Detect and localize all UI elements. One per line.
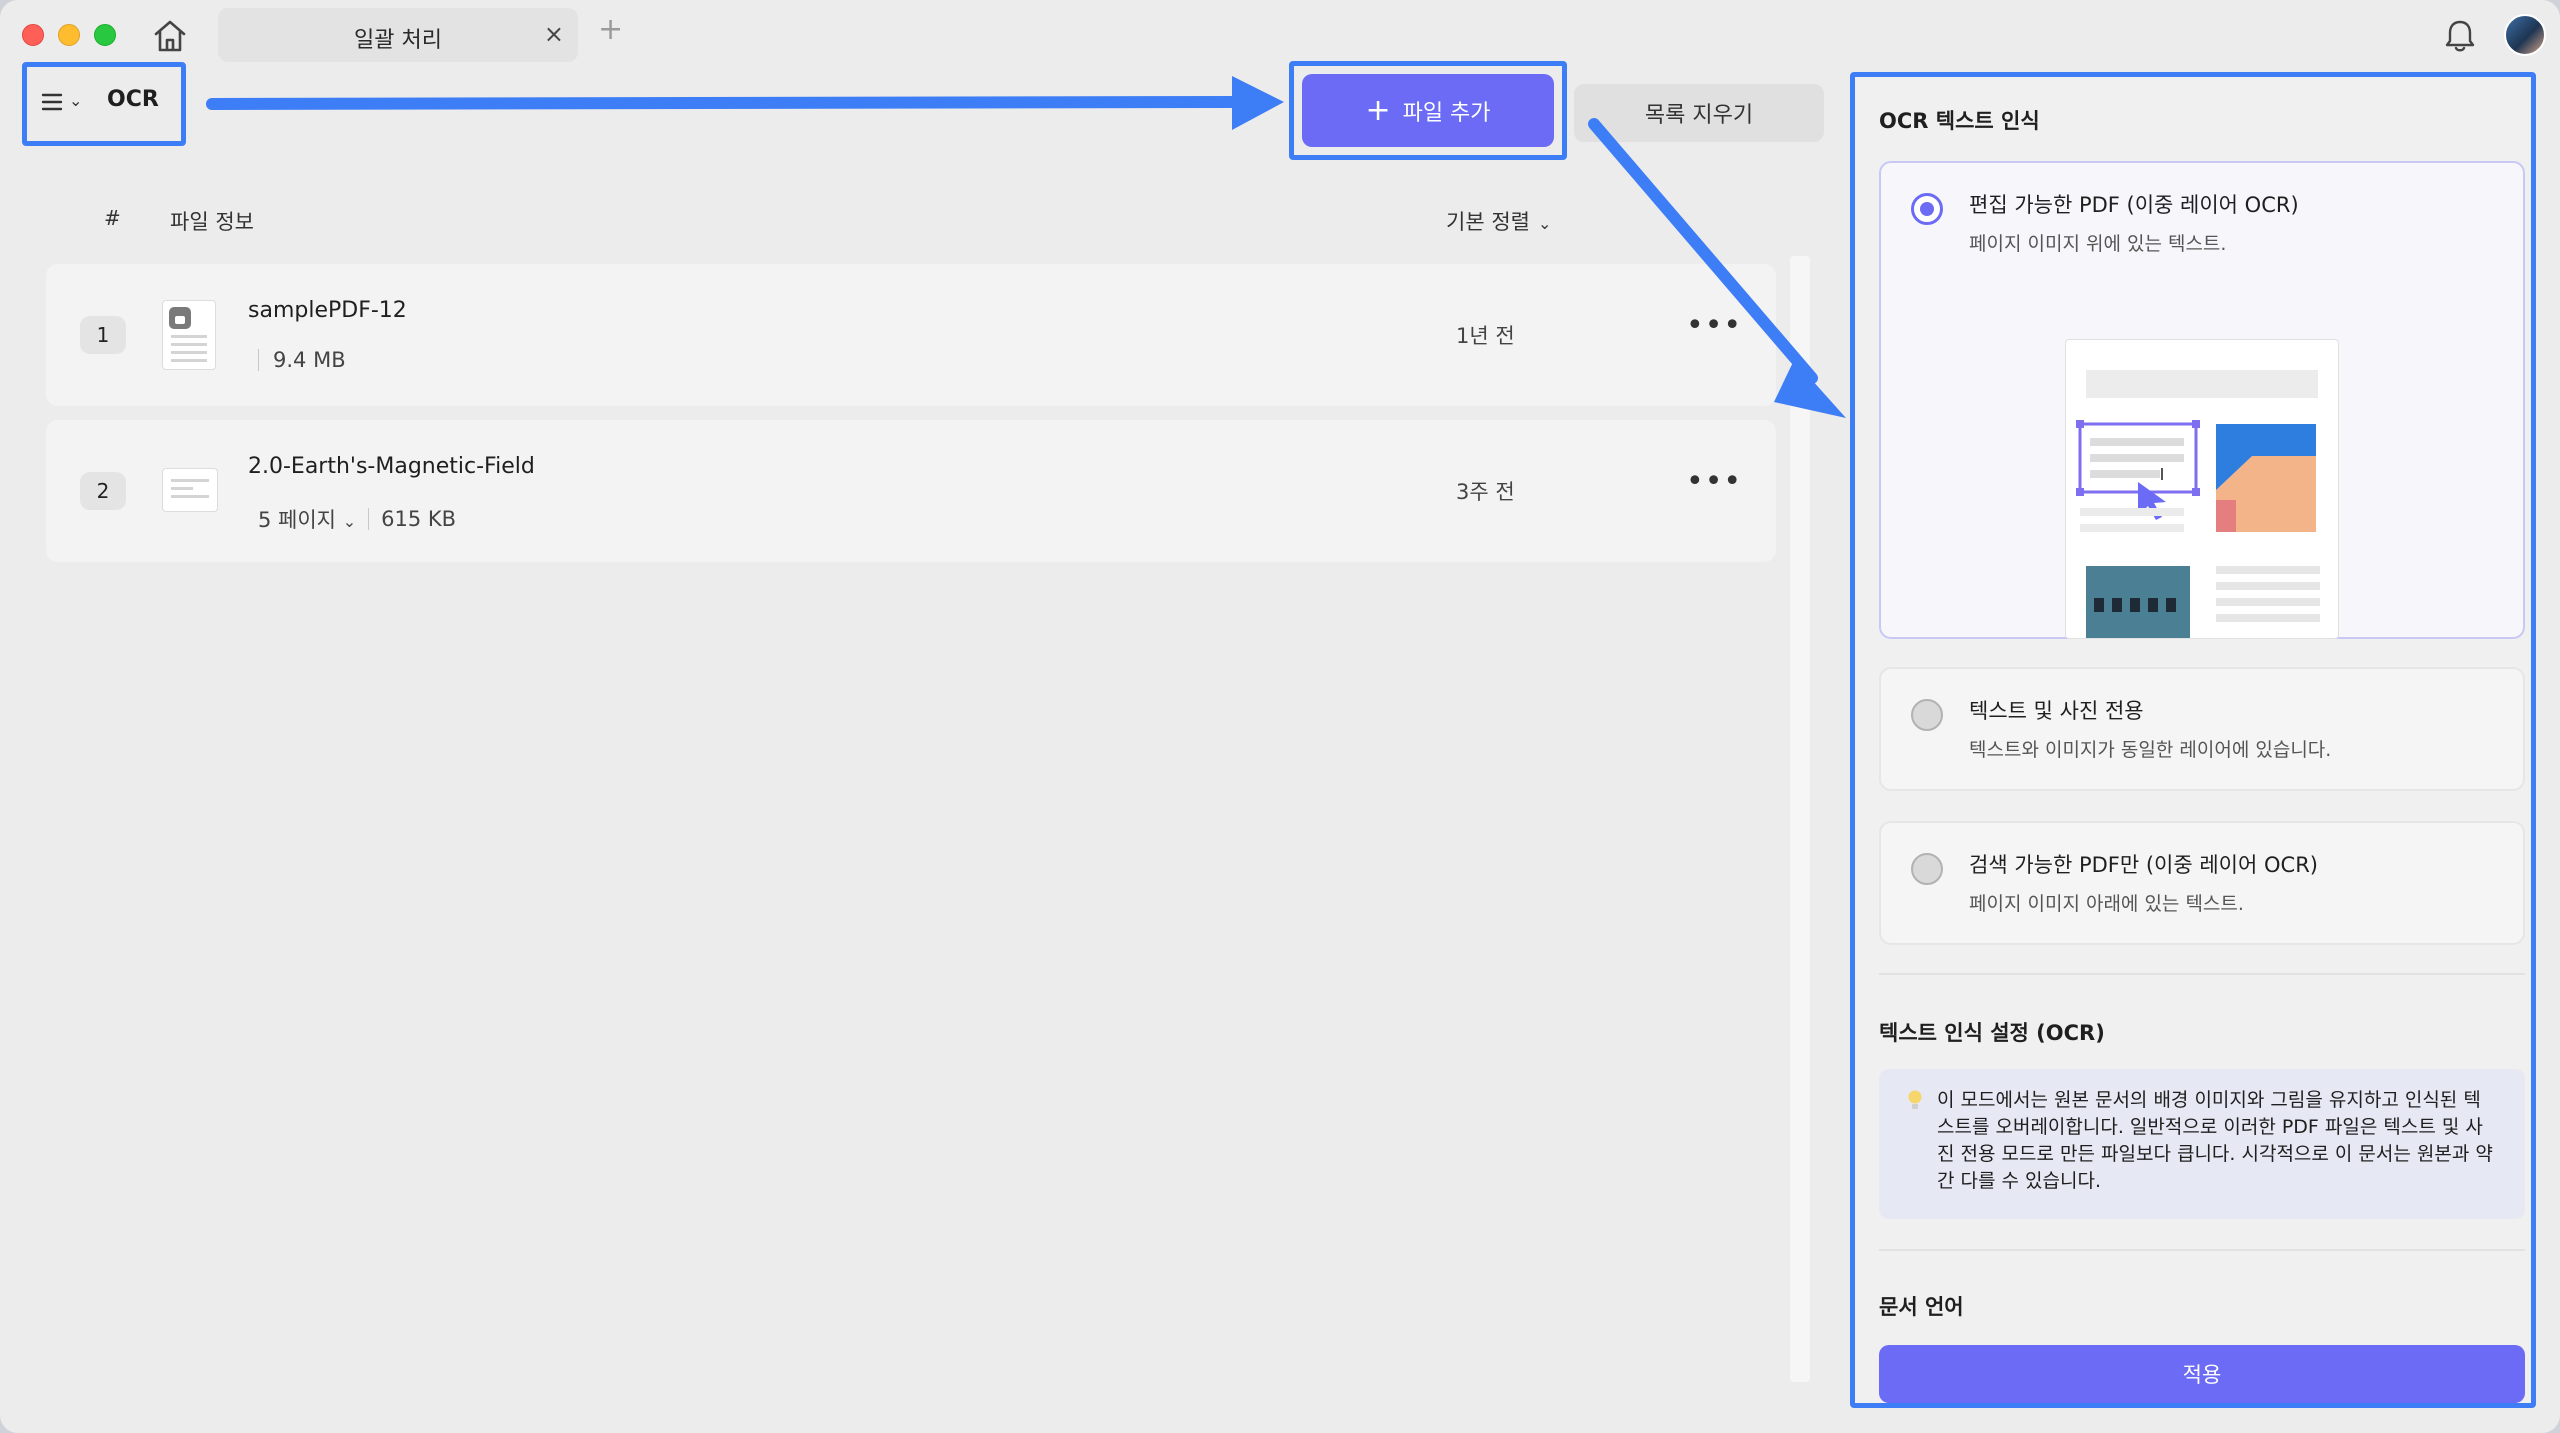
- chevron-down-icon: ⌄: [69, 91, 83, 110]
- chevron-down-icon: ⌄: [1537, 214, 1552, 233]
- annotation-arrow-head: [1774, 360, 1846, 418]
- divider: [258, 349, 259, 371]
- option-searchable-pdf-only[interactable]: 검색 가능한 PDF만 (이중 레이어 OCR) 페이지 이미지 아래에 있는 …: [1879, 821, 2525, 945]
- column-header-file-info: 파일 정보: [170, 210, 254, 234]
- ocr-settings-title: 텍스트 인식 설정 (OCR): [1879, 1021, 2105, 1045]
- file-size: 9.4 MB: [273, 348, 346, 372]
- option-title: 텍스트 및 사진 전용: [1969, 699, 2144, 723]
- radio-button[interactable]: [1911, 193, 1943, 225]
- file-name: samplePDF-12: [248, 298, 407, 323]
- chevron-down-icon: ⌄: [342, 512, 357, 531]
- option-text-and-image-only[interactable]: 텍스트 및 사진 전용 텍스트와 이미지가 동일한 레이어에 있습니다.: [1879, 667, 2525, 791]
- add-file-highlight: + 파일 추가: [1289, 61, 1567, 160]
- editable-pdf-illustration: [2065, 339, 2339, 639]
- pdf-thumbnail: [162, 468, 218, 512]
- page-count-dropdown[interactable]: 5 페이지 ⌄: [258, 504, 356, 534]
- add-file-button[interactable]: + 파일 추가: [1302, 74, 1554, 147]
- bell-icon[interactable]: [2440, 16, 2480, 56]
- ocr-menu-button[interactable]: ⌄ OCR: [22, 62, 186, 146]
- divider: [1879, 1249, 2525, 1251]
- file-row[interactable]: 1 samplePDF-12 9.4 MB 1년 전 •••: [46, 264, 1776, 406]
- list-scrollbar[interactable]: [1790, 256, 1810, 1382]
- clear-list-button[interactable]: 목록 지우기: [1574, 84, 1824, 142]
- new-tab-button[interactable]: +: [598, 12, 623, 47]
- row-number: 2: [80, 472, 126, 510]
- radio-button[interactable]: [1911, 853, 1943, 885]
- option-description: 페이지 이미지 위에 있는 텍스트.: [1969, 233, 2227, 255]
- tab-batch-processing[interactable]: 일괄 처리 ×: [218, 8, 578, 62]
- file-meta: 9.4 MB: [258, 348, 346, 372]
- annotation-arrow-shaft: [206, 96, 1242, 110]
- row-number: 1: [80, 316, 126, 354]
- apply-button[interactable]: 적용: [1879, 1345, 2525, 1403]
- option-description: 페이지 이미지 아래에 있는 텍스트.: [1969, 893, 2244, 915]
- more-options-icon[interactable]: •••: [1686, 464, 1742, 499]
- file-row[interactable]: 2 2.0-Earth's-Magnetic-Field 5 페이지 ⌄ 615…: [46, 420, 1776, 562]
- option-description: 텍스트와 이미지가 동일한 레이어에 있습니다.: [1969, 739, 2332, 761]
- sort-dropdown[interactable]: 기본 정렬 ⌄: [1446, 206, 1551, 236]
- file-size: 615 KB: [381, 507, 457, 531]
- panel-title: OCR 텍스트 인식: [1879, 109, 2040, 133]
- file-modified-time: 1년 전: [1456, 324, 1515, 348]
- option-title: 검색 가능한 PDF만 (이중 레이어 OCR): [1969, 853, 2318, 877]
- lock-icon: [169, 307, 191, 329]
- radio-button[interactable]: [1911, 699, 1943, 731]
- option-editable-pdf[interactable]: 편집 가능한 PDF (이중 레이어 OCR) 페이지 이미지 위에 있는 텍스…: [1879, 161, 2525, 639]
- info-text: 이 모드에서는 원본 문서의 배경 이미지와 그림을 유지하고 인식된 텍스트를…: [1937, 1089, 2493, 1192]
- minimize-window-button[interactable]: [58, 24, 80, 46]
- title-bar: 일괄 처리 × +: [0, 0, 2560, 70]
- ocr-settings-panel: OCR 텍스트 인식 편집 가능한 PDF (이중 레이어 OCR) 페이지 이…: [1850, 72, 2536, 1408]
- option-title: 편집 가능한 PDF (이중 레이어 OCR): [1969, 193, 2299, 217]
- lightbulb-icon: [1907, 1089, 1923, 1119]
- pdf-thumbnail: [162, 300, 216, 370]
- column-header-number: #: [104, 206, 121, 230]
- add-file-label: 파일 추가: [1402, 100, 1491, 126]
- hamburger-menu-icon: [41, 93, 63, 111]
- plus-icon: +: [1365, 92, 1391, 128]
- tab-close-icon[interactable]: ×: [544, 20, 564, 48]
- maximize-window-button[interactable]: [94, 24, 116, 46]
- document-language-title: 문서 언어: [1879, 1295, 1964, 1319]
- file-modified-time: 3주 전: [1456, 480, 1515, 504]
- sort-label: 기본 정렬: [1446, 210, 1530, 234]
- more-options-icon[interactable]: •••: [1686, 308, 1742, 343]
- user-avatar[interactable]: [2504, 14, 2546, 56]
- close-window-button[interactable]: [22, 24, 44, 46]
- divider: [368, 508, 370, 530]
- info-box: 이 모드에서는 원본 문서의 배경 이미지와 그림을 유지하고 인식된 텍스트를…: [1879, 1069, 2525, 1219]
- app-window: 일괄 처리 × + ⌄ OCR + 파일 추가 목록 지우기 # 파일 정보 기…: [0, 0, 2560, 1433]
- file-meta: 5 페이지 ⌄ 615 KB: [258, 504, 456, 534]
- file-name: 2.0-Earth's-Magnetic-Field: [248, 454, 535, 479]
- tab-title: 일괄 처리: [354, 28, 442, 53]
- ocr-menu-label: OCR: [107, 87, 159, 112]
- home-icon[interactable]: [150, 18, 190, 54]
- annotation-arrow-head: [1232, 76, 1284, 130]
- divider: [1879, 973, 2525, 975]
